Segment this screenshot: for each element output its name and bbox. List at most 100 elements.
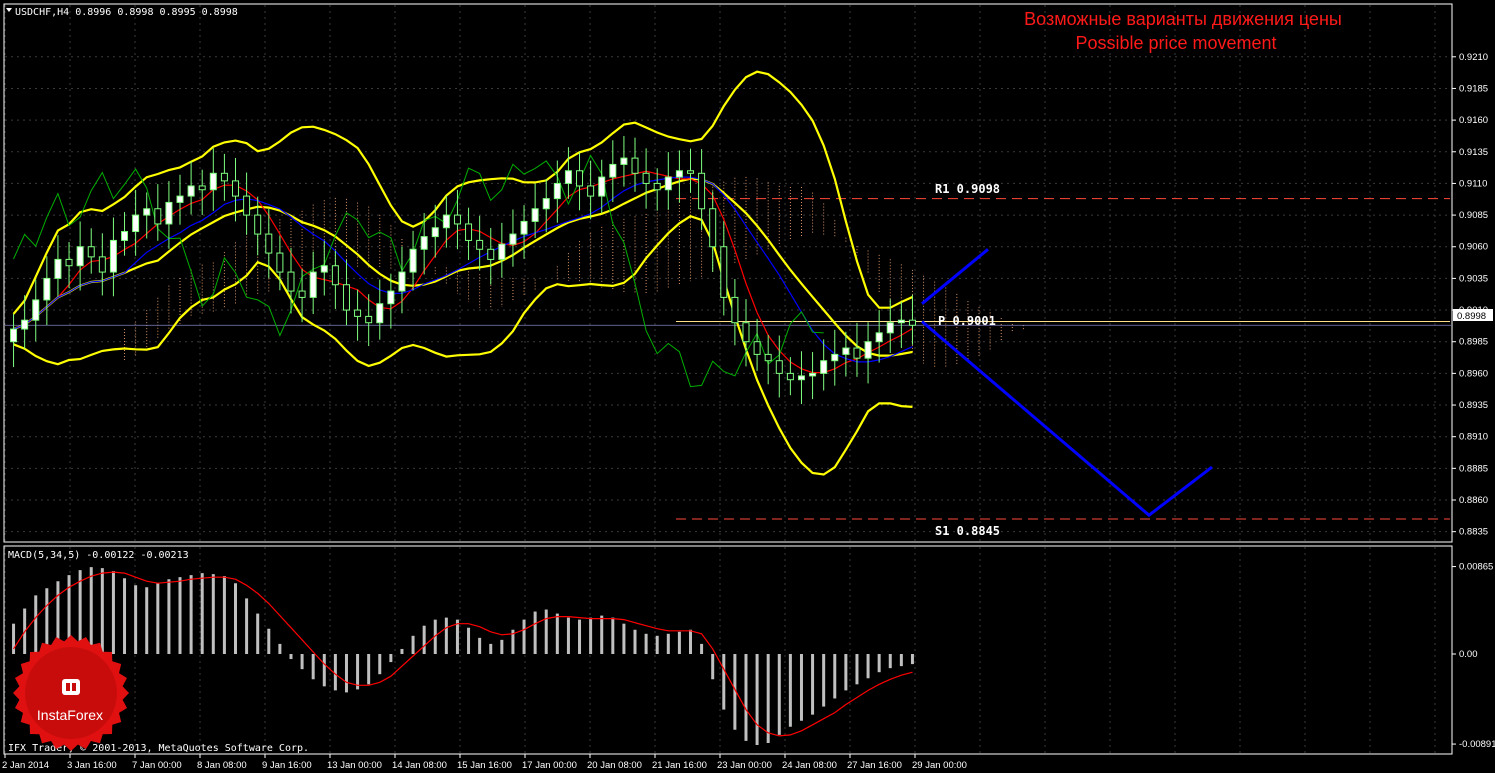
- candle-body: [731, 296, 739, 324]
- macd-y-tick-label: -0.00891: [1459, 739, 1495, 750]
- candle-body: [287, 271, 295, 292]
- x-tick-label: 8 Jan 08:00: [197, 760, 247, 771]
- candle-body: [254, 214, 262, 235]
- candle-body: [498, 243, 506, 260]
- candle-body: [265, 233, 273, 254]
- candle-body: [98, 256, 106, 273]
- candle-body: [675, 170, 683, 178]
- candle-body: [764, 353, 772, 362]
- y-tick-label: 0.9110: [1459, 178, 1487, 189]
- candle-body: [520, 220, 528, 235]
- candle-body: [276, 252, 284, 273]
- y-tick-label: 0.8910: [1459, 432, 1488, 443]
- x-tick-label: 13 Jan 00:00: [327, 760, 382, 771]
- y-tick-label: 0.9160: [1459, 115, 1488, 126]
- candle-body: [797, 375, 805, 381]
- candle-body: [908, 319, 916, 326]
- candle-body: [76, 246, 84, 267]
- y-tick-label: 0.9035: [1459, 273, 1488, 284]
- candle-body: [398, 271, 406, 292]
- candle-body: [875, 332, 883, 343]
- candle-body: [442, 214, 450, 229]
- candle-body: [598, 176, 606, 197]
- candle-body: [132, 214, 140, 233]
- candle-body: [220, 172, 228, 182]
- y-tick-label: 0.8935: [1459, 400, 1488, 411]
- candle-body: [409, 248, 417, 273]
- x-tick-label: 2 Jan 2014: [2, 760, 49, 771]
- annotation-ru: Возможные варианты движения цены: [1024, 9, 1342, 29]
- x-tick-label: 7 Jan 00:00: [132, 760, 182, 771]
- trading-chart-window[interactable]: 0.9210 0.9185 0.9160 0.9135 0.9110 0.9085 0.90…: [0, 0, 1495, 773]
- candle-body: [897, 319, 905, 324]
- x-tick-label: 21 Jan 16:00: [652, 760, 707, 771]
- candle-body: [664, 176, 672, 191]
- logo-text: InstaForex: [37, 707, 103, 723]
- candle-body: [209, 172, 217, 191]
- x-tick-label: 24 Jan 08:00: [782, 760, 837, 771]
- candle-body: [43, 277, 51, 301]
- candle-body: [587, 185, 595, 197]
- candle-body: [154, 208, 162, 225]
- s1-label: S1 0.8845: [935, 524, 1000, 538]
- r1-label: R1 0.9098: [935, 182, 1000, 196]
- candle-body: [698, 172, 706, 210]
- x-tick-label: 17 Jan 00:00: [522, 760, 577, 771]
- candle-body: [21, 319, 29, 330]
- pivot-label: P 0.9001: [938, 314, 996, 328]
- candle-body: [232, 180, 239, 197]
- candle-body: [786, 372, 794, 381]
- y-tick-label: 0.9085: [1459, 210, 1488, 221]
- candle-body: [753, 341, 761, 355]
- candle-body: [320, 265, 328, 273]
- y-tick-label: 0.8885: [1459, 463, 1488, 474]
- candle-body: [809, 372, 817, 377]
- chart-background: [0, 0, 1495, 773]
- candle-body: [620, 157, 628, 165]
- macd-caption: MACD(5,34,5) -0.00122 -0.00213: [8, 550, 189, 561]
- candle-body: [87, 246, 95, 258]
- candle-body: [376, 303, 384, 324]
- candle-body: [886, 322, 894, 334]
- candle-body: [354, 309, 362, 317]
- y-tick-label: 0.9185: [1459, 83, 1488, 94]
- candle-body: [65, 258, 73, 267]
- candle-body: [387, 290, 395, 305]
- macd-y-tick-label: 0.00: [1459, 649, 1478, 660]
- candle-body: [553, 182, 561, 200]
- x-tick-label: 14 Jan 08:00: [392, 760, 447, 771]
- candle-body: [165, 201, 173, 225]
- y-tick-label: 0.8960: [1459, 368, 1488, 379]
- candle-body: [198, 185, 206, 191]
- candle-body: [564, 170, 572, 184]
- candle-body: [365, 315, 373, 324]
- candle-body: [576, 170, 584, 187]
- candle-body: [642, 172, 650, 184]
- x-tick-label: 27 Jan 16:00: [847, 760, 902, 771]
- candle-body: [631, 157, 639, 174]
- y-tick-label: 0.9210: [1459, 52, 1488, 63]
- candle-body: [831, 353, 839, 362]
- x-tick-label: 20 Jan 08:00: [587, 760, 642, 771]
- candle-body: [420, 236, 428, 250]
- candle-body: [653, 182, 661, 191]
- candle-body: [509, 233, 517, 245]
- candle-body: [775, 360, 783, 374]
- candle-body: [54, 258, 62, 279]
- y-tick-label: 0.8985: [1459, 337, 1488, 348]
- copyright-text: IFX Trader, © 2001-2013, MetaQuotes Soft…: [8, 743, 309, 754]
- candle-body: [742, 322, 750, 343]
- candle-body: [143, 208, 151, 216]
- y-tick-label: 0.9060: [1459, 242, 1488, 253]
- candle-body: [109, 239, 117, 273]
- candle-body: [243, 195, 251, 216]
- x-tick-label: 23 Jan 00:00: [717, 760, 772, 771]
- x-tick-label: 29 Jan 00:00: [912, 760, 967, 771]
- logo-emblem-icon: [62, 679, 80, 695]
- candle-body: [342, 284, 350, 311]
- candle-body: [687, 170, 694, 174]
- y-tick-label: 0.8835: [1459, 527, 1488, 538]
- candle-body: [453, 214, 461, 225]
- candle-body: [853, 347, 861, 359]
- candle-body: [609, 163, 617, 178]
